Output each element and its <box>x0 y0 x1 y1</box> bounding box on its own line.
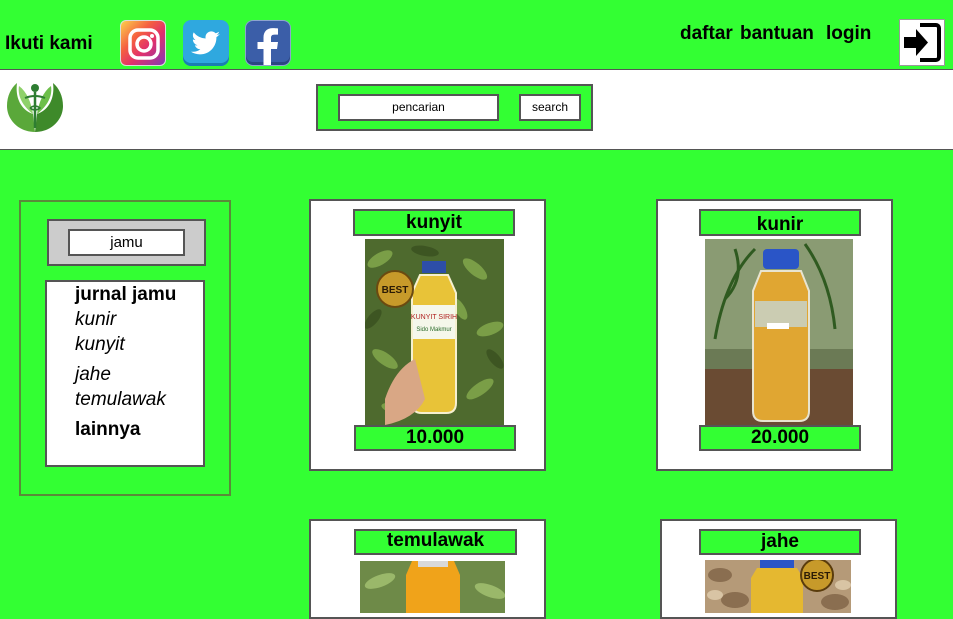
nav-register-link[interactable]: daftar <box>680 23 733 45</box>
svg-text:BEST: BEST <box>804 571 831 582</box>
category-item-temulawak[interactable]: temulawak <box>75 389 166 411</box>
facebook-icon[interactable] <box>245 20 291 66</box>
svg-text:BEST: BEST <box>382 285 409 296</box>
follow-us-label: Ikuti kami <box>5 33 93 54</box>
product-image[interactable]: BEST <box>705 560 851 613</box>
category-item-jahe[interactable]: jahe <box>75 364 111 386</box>
product-image[interactable] <box>360 561 505 613</box>
product-price: 20.000 <box>699 425 861 451</box>
category-item-jurnal-jamu[interactable]: jurnal jamu <box>75 284 176 306</box>
nav-login-link[interactable]: login <box>826 23 871 45</box>
product-title[interactable]: temulawak <box>354 529 517 555</box>
search-button[interactable]: search <box>519 94 581 121</box>
nav-help-link[interactable]: bantuan <box>740 23 814 45</box>
product-price: 10.000 <box>354 425 516 451</box>
category-item-kunir[interactable]: kunir <box>75 309 116 331</box>
product-title[interactable]: kunir <box>699 209 861 236</box>
search-input[interactable]: pencarian <box>338 94 499 121</box>
twitter-icon[interactable] <box>183 20 229 66</box>
login-icon[interactable] <box>899 19 945 66</box>
instagram-icon[interactable] <box>120 20 166 66</box>
svg-text:Sido Makmur: Sido Makmur <box>416 327 451 333</box>
category-select[interactable]: jamu <box>68 229 185 256</box>
logo-icon[interactable] <box>5 78 65 136</box>
product-title[interactable]: jahe <box>699 529 861 555</box>
product-title[interactable]: kunyit <box>353 209 515 236</box>
category-item-kunyit[interactable]: kunyit <box>75 334 125 356</box>
svg-text:KUNYIT SIRIH: KUNYIT SIRIH <box>411 314 457 321</box>
category-item-lainnya[interactable]: lainnya <box>75 419 140 441</box>
product-image[interactable] <box>705 239 853 425</box>
product-image[interactable]: KUNYIT SIRIH Sido Makmur BEST <box>365 239 504 425</box>
